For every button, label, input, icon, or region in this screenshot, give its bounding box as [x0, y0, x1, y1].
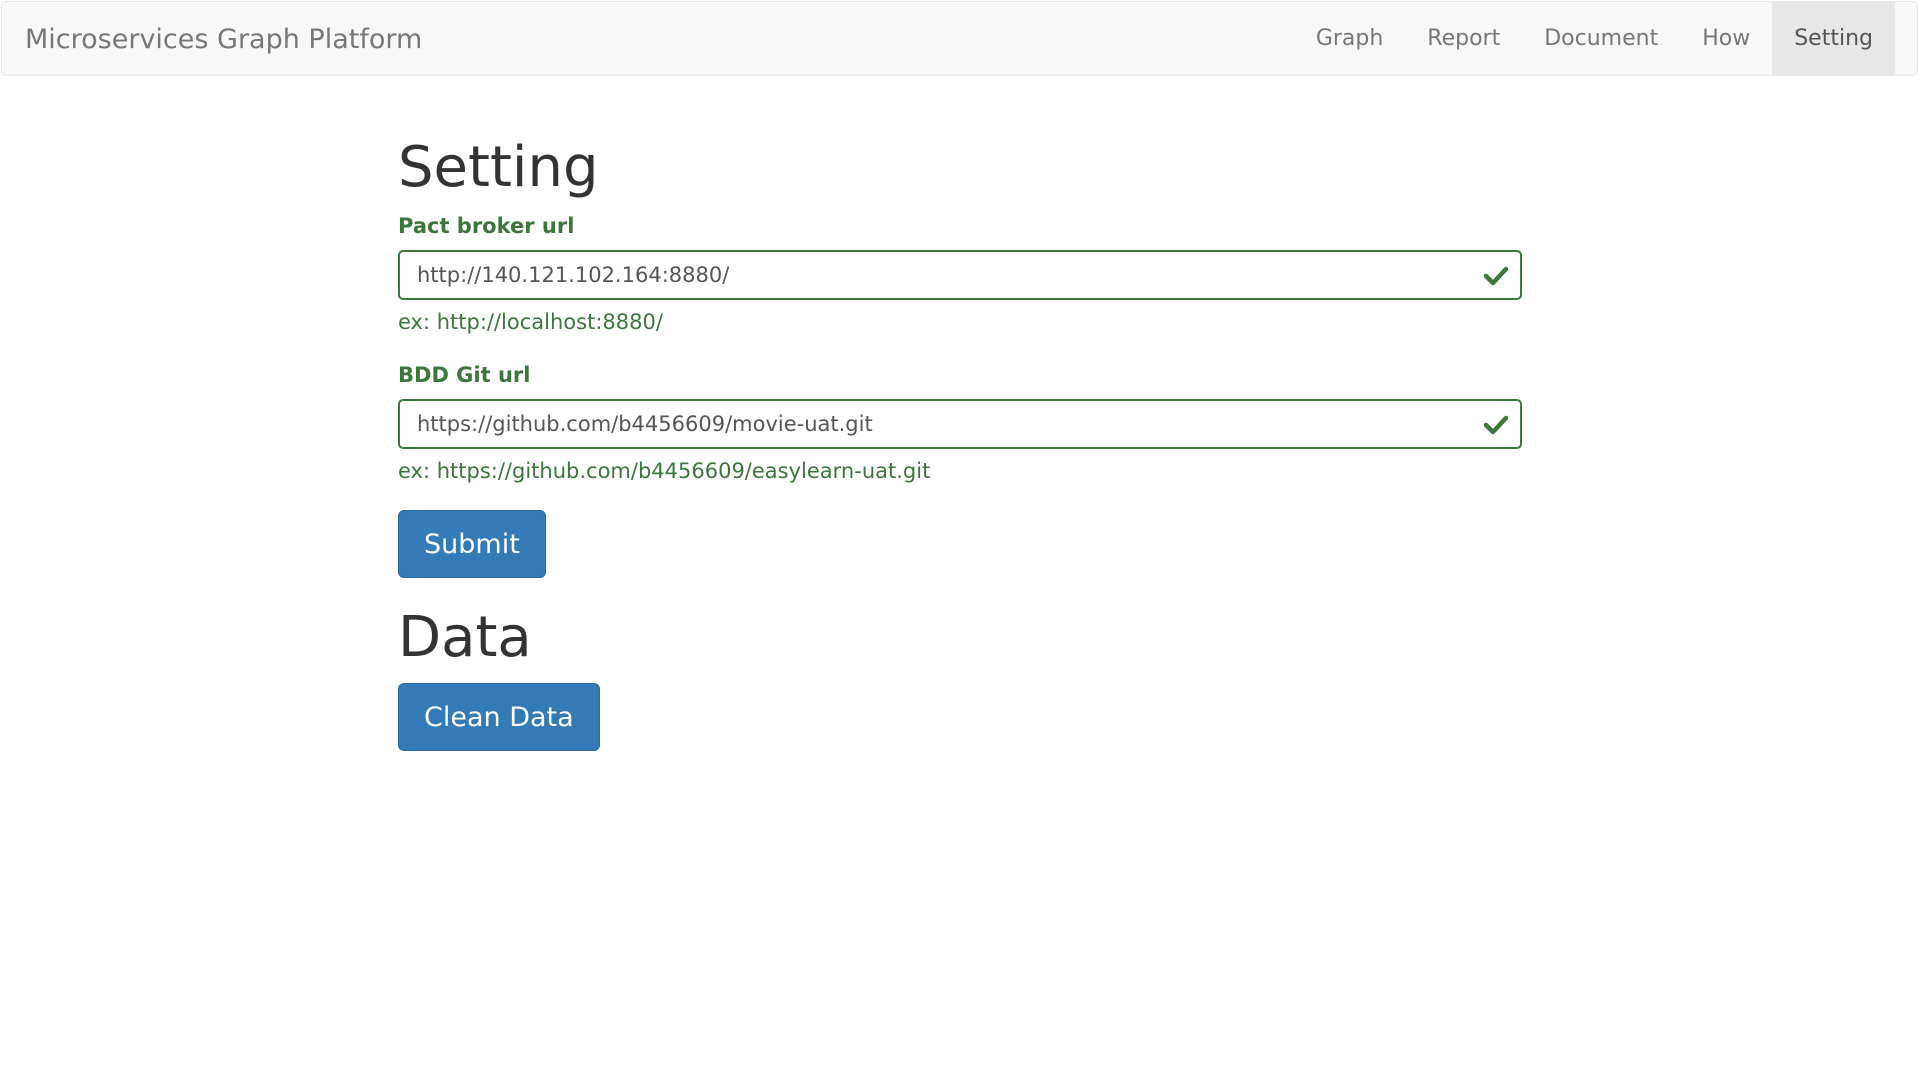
bdd-git-help: ex: https://github.com/b4456609/easylear… [398, 459, 931, 483]
navbar-brand[interactable]: Microservices Graph Platform [25, 2, 422, 77]
pact-broker-help: ex: http://localhost:8880/ [398, 310, 663, 334]
clean-data-button[interactable]: Clean Data [398, 683, 600, 751]
top-navbar: Microservices Graph Platform Graph Repor… [1, 1, 1918, 76]
nav-item-how[interactable]: How [1680, 1, 1772, 76]
pact-broker-label: Pact broker url [398, 214, 575, 238]
submit-button[interactable]: Submit [398, 510, 546, 578]
check-icon [1484, 266, 1508, 286]
data-heading: Data [398, 605, 532, 670]
nav-item-setting[interactable]: Setting [1772, 1, 1895, 76]
nav-item-document[interactable]: Document [1522, 1, 1680, 76]
check-icon [1484, 415, 1508, 435]
setting-heading: Setting [398, 135, 599, 200]
bdd-git-field [398, 399, 1522, 449]
nav-item-graph[interactable]: Graph [1294, 1, 1405, 76]
nav-menu: Graph Report Document How Setting [1294, 1, 1895, 76]
bdd-git-input[interactable] [400, 401, 1520, 447]
pact-broker-input[interactable] [400, 252, 1520, 298]
nav-item-report[interactable]: Report [1405, 1, 1522, 76]
bdd-git-label: BDD Git url [398, 363, 531, 387]
pact-broker-field [398, 250, 1522, 300]
